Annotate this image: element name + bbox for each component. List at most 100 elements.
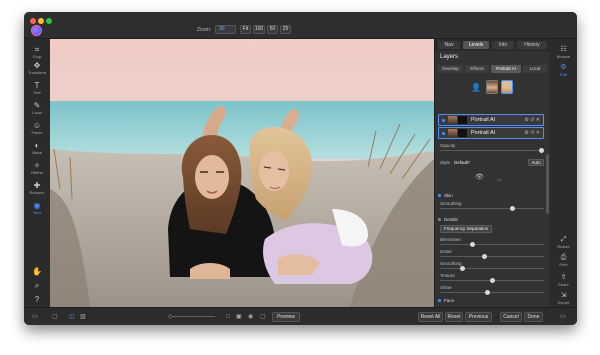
panel-scrollbar[interactable]	[546, 154, 549, 214]
left-toolbar: ⌗ Crop ✥ Transform T Text ✎ Local ☺ Face…	[24, 25, 50, 307]
detail-slider[interactable]	[440, 290, 544, 295]
detail-slider[interactable]	[440, 242, 544, 247]
zoom-slider-icon[interactable]: ◇──────────	[168, 313, 215, 321]
method-dropdown[interactable]: Frequency Separation	[440, 225, 492, 233]
detail-slider[interactable]	[440, 254, 544, 259]
tab-local[interactable]: Local	[523, 65, 547, 73]
auto-button[interactable]: Auto	[528, 159, 544, 166]
module-print[interactable]: ⎙ Print	[550, 253, 577, 267]
layer-controls-icon[interactable]: ⚙ ↺ ✕	[524, 129, 540, 137]
detail-slider-row: Smoothing	[440, 261, 544, 272]
mask-view-icon[interactable]: □	[226, 313, 230, 321]
filmstrip-icon[interactable]: ▢	[52, 313, 58, 321]
module-share[interactable]: ⇪ Share	[550, 273, 577, 287]
layer-visibility-icon[interactable]	[442, 132, 445, 135]
module-browse[interactable]: ☷ Browse	[550, 45, 577, 59]
style-select[interactable]: Default*	[454, 160, 470, 165]
minimize-window-button[interactable]	[38, 18, 44, 24]
mask-icon: ◐	[34, 141, 40, 150]
detail-slider-knob[interactable]	[470, 242, 475, 247]
layer-visibility-icon[interactable]	[442, 119, 445, 122]
panel-toggle-icon[interactable]: ▭	[560, 313, 566, 321]
tool-mask[interactable]: ◐ Mask	[24, 141, 50, 155]
module-label: Browse	[556, 54, 571, 59]
skin-smoothing-knob[interactable]	[510, 206, 515, 211]
zoom-fit-button[interactable]: Fit	[240, 25, 251, 34]
module-export[interactable]: ⇲ Export	[550, 291, 577, 305]
tab-portrait-ai[interactable]: Portrait AI	[491, 65, 521, 73]
tool-refine[interactable]: ✧ Refine	[24, 161, 50, 175]
tool-retouch[interactable]: ✚ Retouch	[24, 181, 50, 195]
tab-develop[interactable]: Develop	[438, 65, 463, 73]
face-toggle-icon[interactable]	[438, 299, 441, 303]
browse-icon: ☷	[560, 46, 567, 53]
tab-levels[interactable]: Levels	[463, 41, 489, 49]
detail-slider-row: Shine	[440, 285, 544, 296]
previous-button[interactable]: Previous	[465, 312, 492, 322]
tab-info[interactable]: Info	[492, 41, 514, 49]
zoom-select[interactable]: 30	[215, 25, 236, 34]
opacity-knob[interactable]	[539, 148, 544, 153]
detail-slider-knob[interactable]	[485, 290, 490, 295]
section-skin-label: Skin	[444, 193, 453, 198]
detail-slider-knob[interactable]	[460, 266, 465, 271]
section-details[interactable]: Details	[438, 216, 546, 224]
tab-nav[interactable]: Nav	[438, 41, 460, 49]
zoom-50-button[interactable]: 50	[267, 25, 278, 34]
zoom-100-button[interactable]: 100	[253, 25, 265, 34]
cancel-button[interactable]: Cancel	[500, 312, 522, 322]
skin-toggle-icon[interactable]	[438, 194, 441, 198]
details-toggle-icon[interactable]	[438, 218, 441, 222]
tool-faces[interactable]: ☺ Faces	[24, 121, 50, 135]
module-edit[interactable]: ⚙ Edit	[550, 63, 577, 77]
skin-smoothing-slider[interactable]	[440, 206, 544, 211]
tab-history[interactable]: History	[517, 41, 547, 49]
detail-slider-label: Shine	[440, 285, 452, 290]
face-thumbnail-1[interactable]	[486, 80, 498, 94]
section-skin[interactable]: Skin	[438, 192, 546, 200]
print-icon: ⎙	[560, 254, 567, 261]
detail-slider[interactable]	[440, 266, 544, 271]
add-face-icon[interactable]: 👤	[471, 83, 481, 92]
zoom-25-button[interactable]: 25	[280, 25, 291, 34]
detail-slider-row: Blemishes	[440, 237, 544, 248]
layer-row[interactable]: Portrait AI ⚙ ↺ ✕	[438, 127, 544, 139]
split-view-icon[interactable]: ▥	[80, 313, 86, 321]
photo-view-icon[interactable]: ▣	[236, 313, 242, 321]
layer-row[interactable]: Portrait AI ⚙ ↺ ✕	[438, 114, 544, 126]
tool-help[interactable]: ?	[24, 295, 50, 304]
tool-crop[interactable]: ⌗ Crop	[24, 45, 50, 59]
style-label: Style	[440, 160, 451, 165]
section-face[interactable]: Face	[438, 297, 546, 305]
done-button[interactable]: Done	[524, 312, 543, 322]
face-thumbnail-2[interactable]	[501, 80, 513, 94]
tab-effects[interactable]: Effects	[465, 65, 489, 73]
photo-two-women-on-beach	[50, 39, 434, 307]
resize-icon: ⤢	[560, 236, 567, 243]
reset-all-button[interactable]: Reset All	[418, 312, 443, 322]
eye-icon[interactable]: 👁	[475, 173, 484, 181]
opacity-slider[interactable]	[440, 148, 544, 153]
lips-icon[interactable]: ◡	[497, 175, 502, 182]
square-view-icon[interactable]: ▢	[260, 313, 266, 321]
tool-transform[interactable]: ✥ Transform	[24, 61, 50, 75]
module-resize[interactable]: ⤢ Resize	[550, 235, 577, 249]
close-window-button[interactable]	[30, 18, 36, 24]
tool-text[interactable]: T Text	[24, 81, 50, 95]
tool-zoom[interactable]: ⌕	[24, 281, 50, 290]
tool-hand[interactable]: ✋	[24, 267, 50, 276]
detail-slider[interactable]	[440, 278, 544, 283]
image-canvas[interactable]	[50, 39, 434, 307]
sidebar-toggle-icon[interactable]: ▭	[32, 313, 38, 321]
detail-slider-knob[interactable]	[490, 278, 495, 283]
zoom-window-button[interactable]	[46, 18, 52, 24]
tool-local[interactable]: ✎ Local	[24, 101, 50, 115]
detail-slider-knob[interactable]	[482, 254, 487, 259]
tool-view[interactable]: ◉ View	[24, 201, 50, 215]
layer-controls-icon[interactable]: ⚙ ↺ ✕	[524, 116, 540, 124]
circle-view-icon[interactable]: ◉	[248, 313, 253, 321]
reset-button[interactable]: Reset	[445, 312, 463, 322]
module-label: Share	[558, 282, 569, 287]
preview-button[interactable]: Preview	[272, 312, 300, 322]
compare-view-icon[interactable]: ◫	[69, 313, 75, 321]
